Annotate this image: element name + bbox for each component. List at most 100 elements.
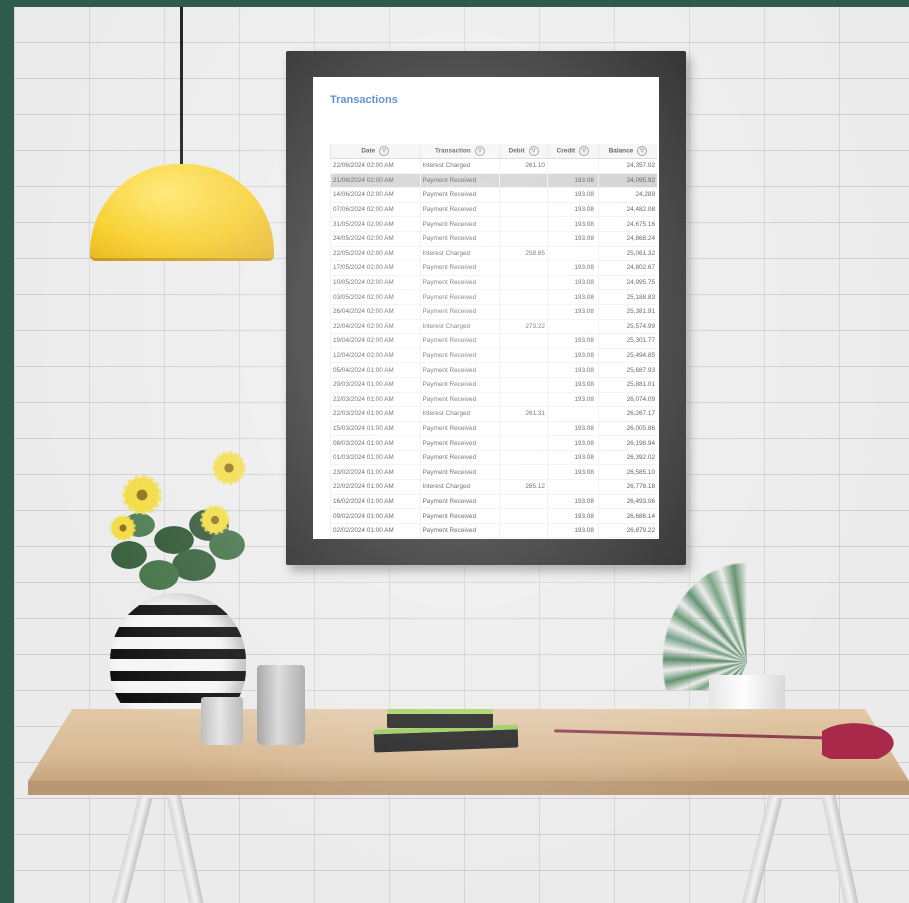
table-row[interactable]: 31/05/2024 02:00 AM Payment Received 193.0… [330,216,657,232]
balance-cell: 25,494.85 [597,348,657,364]
balance-cell: 25,301.77 [597,333,657,349]
date-cell: 19/04/2024 02:00 AM [330,333,420,349]
filter-icon[interactable]: ▽ [379,146,390,156]
filter-icon[interactable]: ▽ [579,146,590,156]
debit-cell [499,362,548,378]
date-cell: 15/03/2024 01:00 AM [330,421,420,437]
transaction-cell: Payment Received [419,435,500,451]
debit-cell: 273.22 [499,319,548,335]
transaction-cell: Interest Charged [419,158,500,174]
photo-scene: Transactions Date ▽ Transaction ▽ Debit ▽ Cred… [14,7,909,903]
credit-cell: 193.08 [546,392,599,408]
transaction-cell: Payment Received [419,421,500,437]
credit-cell: 193.08 [546,377,599,393]
table-row[interactable]: 29/03/2024 01:00 AM Payment Received 193.0… [330,377,657,393]
daisy-flower [110,515,136,541]
table-row[interactable]: 23/02/2024 01:00 AM Payment Received 193.0… [330,464,657,481]
table-row[interactable]: 02/02/2024 01:00 AM Payment Received 193.0… [330,523,657,539]
daisy-flower [212,451,246,485]
table-row[interactable]: 22/02/2024 01:00 AM Interest Charged 285.1… [330,479,657,495]
transaction-cell: Interest Charged [419,246,500,262]
table-row[interactable]: 22/06/2024 02:00 AM Interest Charged 261.1… [330,158,657,174]
table-row[interactable]: 09/02/2024 01:00 AM Payment Received 193.0… [330,508,657,524]
transaction-cell: Payment Received [419,289,500,305]
credit-cell [546,158,599,174]
table-row[interactable]: 01/03/2024 01:00 AM Payment Received 193.0… [330,450,657,466]
filter-icon[interactable]: ▽ [637,146,648,156]
table-row[interactable]: 22/03/2024 01:00 AM Payment Received 193.0… [330,392,657,408]
balance-cell: 25,881.01 [597,377,657,393]
credit-cell: 193.08 [546,508,599,524]
filter-icon[interactable]: ▽ [528,146,539,156]
table-row[interactable]: 07/06/2024 02:00 AM Payment Received 193.0… [330,202,657,218]
table-row[interactable]: 24/05/2024 02:00 AM Payment Received 193.0… [330,231,657,247]
credit-cell: 193.08 [546,187,599,203]
balance-cell: 24,357.02 [597,158,657,174]
table-row[interactable]: 15/03/2024 01:00 AM Payment Received 193.0… [330,421,657,437]
balance-cell: 25,061.32 [597,246,657,262]
transaction-cell: Payment Received [419,494,500,510]
balance-cell: 24,868.24 [597,231,657,247]
table-row[interactable]: 10/05/2024 02:00 AM Payment Received 193.0… [330,275,657,291]
table-leg [109,795,153,903]
transaction-cell: Payment Received [419,333,500,349]
debit-cell [499,450,548,466]
balance-cell: 26,493.06 [597,494,657,510]
table-row[interactable]: 26/04/2024 02:00 AM Payment Received 193.0… [330,304,657,320]
table-row[interactable]: 22/05/2024 02:00 AM Interest Charged 258.6… [330,246,657,262]
credit-cell: 193.08 [546,289,599,305]
balance-cell: 26,585.10 [597,464,657,481]
table-row[interactable]: 22/03/2024 01:00 AM Interest Charged 261.3… [330,406,657,422]
column-header[interactable]: Transaction ▽ [419,144,500,159]
credit-cell: 193.08 [546,523,599,539]
date-cell: 03/05/2024 02:00 AM [330,289,420,305]
table-row[interactable]: 22/04/2024 02:00 AM Interest Charged 273.2… [330,319,657,335]
table-row[interactable]: 14/06/2024 02:00 AM Payment Received 193.0… [330,187,657,203]
table-row[interactable]: 16/02/2024 01:00 AM Payment Received 193.0… [330,494,657,510]
framed-document: Transactions Date ▽ Transaction ▽ Debit ▽ Cred… [313,77,659,539]
debit-cell [499,202,548,218]
filter-icon[interactable]: ▽ [474,146,485,156]
debit-cell [499,216,548,232]
column-header[interactable]: Debit ▽ [499,144,548,159]
transaction-cell: Payment Received [419,392,500,408]
balance-cell: 26,879.22 [597,523,657,539]
date-cell: 22/02/2024 01:00 AM [330,479,420,495]
table-row[interactable]: 12/04/2024 02:00 AM Payment Received 193.0… [330,348,657,364]
transaction-cell: Payment Received [419,275,500,291]
debit-cell [499,289,548,305]
table-row[interactable]: 19/04/2024 02:00 AM Payment Received 193.0… [330,333,657,349]
column-header-label: Credit [556,147,576,155]
balance-cell: 26,686.14 [597,508,657,524]
debit-cell [499,275,548,291]
column-header[interactable]: Date ▽ [330,144,420,159]
date-cell: 24/05/2024 02:00 AM [330,231,420,247]
debit-cell [499,494,548,510]
table-row[interactable]: 03/05/2024 02:00 AM Payment Received 193.0… [330,289,657,305]
credit-cell: 193.08 [546,494,599,510]
date-cell: 08/03/2024 01:00 AM [330,435,420,451]
credit-cell: 193.08 [546,333,599,349]
balance-cell: 26,198.94 [597,435,657,451]
credit-cell: 193.08 [546,202,599,218]
credit-cell [546,319,599,335]
balance-cell: 24,482.08 [597,202,657,218]
credit-cell [546,406,599,422]
table-leg [166,794,206,903]
table-leg [821,794,861,903]
credit-cell: 193.08 [546,173,599,189]
column-header[interactable]: Credit ▽ [546,144,599,159]
debit-cell [499,231,548,247]
table-row[interactable]: 17/05/2024 02:00 AM Payment Received 193.0… [330,260,657,276]
balance-cell: 26,778.18 [597,479,657,495]
table-row[interactable]: 05/04/2024 01:00 AM Payment Received 193.0… [330,362,657,378]
transaction-cell: Payment Received [419,260,500,276]
date-cell: 29/03/2024 01:00 AM [330,377,420,393]
transaction-cell: Payment Received [419,450,500,466]
debit-cell: 261.31 [499,406,548,422]
balance-cell: 24,802.67 [597,260,657,276]
date-cell: 17/05/2024 02:00 AM [330,260,420,276]
table-row[interactable]: 08/03/2024 01:00 AM Payment Received 193.0… [330,435,657,451]
column-header[interactable]: Balance ▽ [597,144,657,159]
table-row[interactable]: 21/06/2024 02:00 AM Payment Received 193.0… [330,173,657,189]
